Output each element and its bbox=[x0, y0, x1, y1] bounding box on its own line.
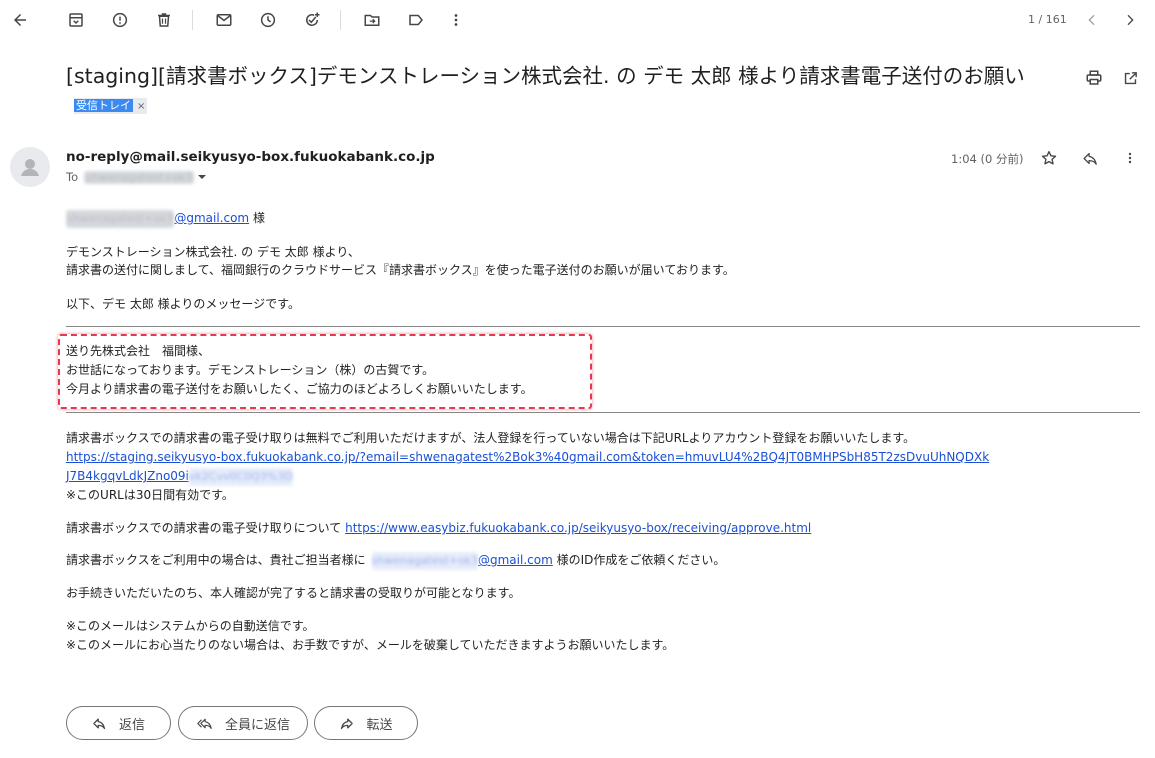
receiving-link[interactable]: https://www.easybiz.fukuokabank.co.jp/se… bbox=[345, 521, 811, 535]
register-link-line-1: https://staging.seikyusyo-box.fukuokaban… bbox=[66, 448, 989, 466]
greeting-suffix: 様 bbox=[249, 211, 265, 225]
older-chevron-icon[interactable] bbox=[1118, 8, 1142, 32]
archive-icon[interactable] bbox=[64, 8, 88, 32]
to-prefix: To bbox=[66, 170, 79, 184]
inbox-label: 受信トレイ bbox=[74, 99, 133, 112]
register-link-line-2: J7B4kgqvLdkJZno09ivk2Cvv0C0Q3%3D bbox=[66, 467, 293, 486]
receiving-info: 請求書ボックスでの請求書の電子受け取りについて https://www.easy… bbox=[66, 519, 811, 537]
snooze-icon[interactable] bbox=[256, 8, 280, 32]
reply-icon[interactable] bbox=[1079, 147, 1101, 169]
message-count: 1 / 161 bbox=[1028, 13, 1067, 26]
label-icon[interactable] bbox=[404, 8, 428, 32]
newer-chevron-icon[interactable] bbox=[1080, 8, 1104, 32]
reply-icon bbox=[92, 716, 107, 731]
intro-line-2: 請求書の送付に関しまして、福岡銀行のクラウドサービス『請求書ボックス』を使った電… bbox=[66, 263, 735, 277]
received-time: 1:04 (0 分前) bbox=[951, 152, 1024, 166]
message-intro: 以下、デモ 太郎 様よりのメッセージです。 bbox=[66, 297, 300, 311]
register-text: 請求書ボックスでの請求書の電子受け取りは無料でご利用いただけますが、法人登録を行… bbox=[66, 431, 916, 445]
message-more-icon[interactable] bbox=[1119, 147, 1141, 169]
add-task-icon[interactable] bbox=[300, 8, 324, 32]
toolbar-divider bbox=[340, 10, 341, 30]
message-divider-top bbox=[66, 326, 1140, 327]
reply-label: 返信 bbox=[118, 717, 145, 733]
forward-button[interactable]: 転送 bbox=[314, 706, 418, 740]
back-arrow-icon[interactable] bbox=[8, 8, 32, 32]
subject-text: [staging][請求書ボックス]デモンストレーション株式会社. の デモ 太… bbox=[66, 64, 1025, 88]
message-line-2: お世話になっております。デモンストレーション（株）の古賀です。 bbox=[66, 363, 435, 377]
toolbar-divider bbox=[192, 10, 193, 30]
greeting: shwenagatest+ok3@gmail.com 様 bbox=[66, 209, 265, 228]
in-use-prefix: 請求書ボックスをご利用中の場合は、貴社ご担当者様に bbox=[66, 553, 366, 567]
intro-line-1: デモンストレーション株式会社. の デモ 太郎 様より、 bbox=[66, 245, 360, 259]
sender-email[interactable]: no-reply@mail.seikyusyo-box.fukuokabank.… bbox=[66, 149, 435, 165]
remove-label-button[interactable]: × bbox=[137, 101, 145, 112]
greeting-blurred-address: shwenagatest+ok3 bbox=[66, 210, 175, 228]
greeting-email-link[interactable]: @gmail.com bbox=[174, 211, 249, 225]
delete-icon[interactable] bbox=[152, 8, 176, 32]
discard-note: ※このメールにお心当たりのない場合は、お手数ですが、メールを破棄していただきます… bbox=[66, 638, 675, 652]
auto-send-note: ※このメールはシステムからの自動送信です。 bbox=[66, 619, 315, 633]
more-vertical-icon[interactable] bbox=[444, 8, 468, 32]
reply-button[interactable]: 返信 bbox=[66, 706, 171, 740]
avatar[interactable] bbox=[10, 147, 50, 187]
recipient-line: To shwenagatest+ok3 bbox=[66, 170, 208, 184]
url-validity-note: ※このURLは30日間有効です。 bbox=[66, 488, 234, 502]
receiving-text: 請求書ボックスでの請求書の電子受け取りについて bbox=[66, 521, 346, 535]
reply-all-label: 全員に返信 bbox=[224, 717, 290, 733]
message-line-1: 送り先株式会社 福間様、 bbox=[66, 344, 211, 358]
forward-icon bbox=[339, 716, 354, 731]
reply-all-button[interactable]: 全員に返信 bbox=[178, 706, 308, 740]
email-subject: [staging][請求書ボックス]デモンストレーション株式会社. の デモ 太… bbox=[66, 62, 1066, 120]
star-icon[interactable] bbox=[1038, 147, 1060, 169]
in-use-blurred-address: shwenagatest+ok3 bbox=[371, 552, 478, 570]
forward-label: 転送 bbox=[366, 717, 393, 733]
register-link-continued[interactable]: J7B4kgqvLdkJZno09i bbox=[66, 469, 189, 483]
in-use-email-link[interactable]: @gmail.com bbox=[478, 553, 553, 567]
mark-unread-icon[interactable] bbox=[212, 8, 236, 32]
reply-all-icon bbox=[196, 716, 213, 731]
inbox-label-chip: 受信トレイ × bbox=[74, 98, 148, 114]
recipient-details-dropdown-icon[interactable] bbox=[196, 171, 208, 183]
register-link-blurred: vk2Cvv0C0Q3%3D bbox=[188, 468, 293, 486]
open-in-new-window-icon[interactable] bbox=[1119, 67, 1141, 89]
message-line-3: 今月より請求書の電子送付をお願いしたく、ご協力のほどよろしくお願いいたします。 bbox=[66, 382, 533, 396]
print-icon[interactable] bbox=[1083, 67, 1105, 89]
in-use-info: 請求書ボックスをご利用中の場合は、貴社ご担当者様に shwenagatest+ok… bbox=[66, 551, 725, 570]
register-link[interactable]: https://staging.seikyusyo-box.fukuokaban… bbox=[66, 450, 989, 464]
recipient-blurred: shwenagatest+ok3 bbox=[84, 170, 195, 184]
message-divider-bottom bbox=[66, 412, 1140, 413]
move-to-icon[interactable] bbox=[360, 8, 384, 32]
in-use-suffix: 様のID作成をご依頼ください。 bbox=[552, 553, 726, 567]
procedure-note: お手続きいただいたのち、本人確認が完了すると請求書の受取りが可能となります。 bbox=[66, 586, 521, 600]
report-spam-icon[interactable] bbox=[108, 8, 132, 32]
